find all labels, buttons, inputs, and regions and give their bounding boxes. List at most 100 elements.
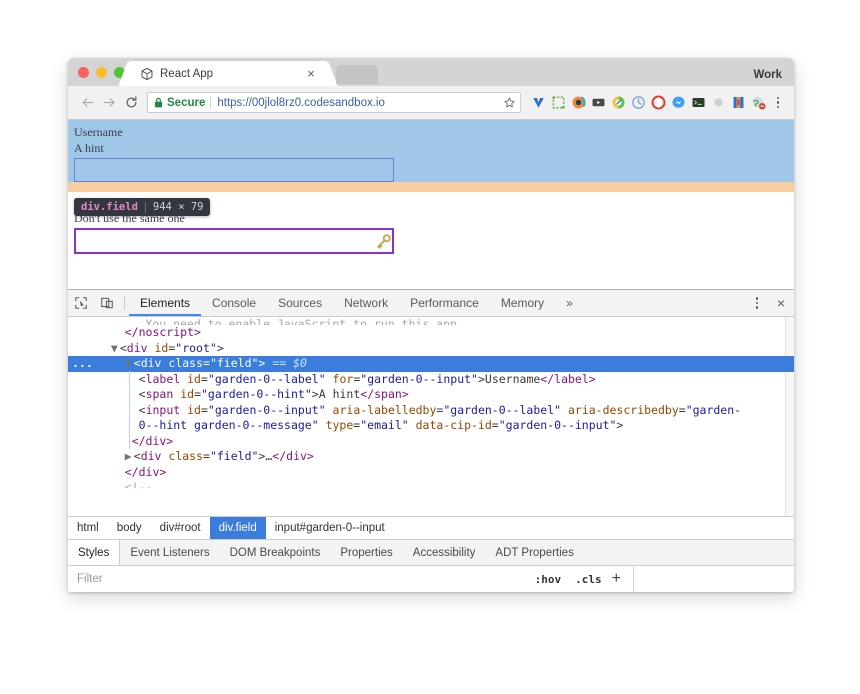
background-tab[interactable] [336,65,378,84]
minimize-window-button[interactable] [96,67,107,78]
window-controls [78,67,125,78]
url-text[interactable]: https://00jlol8rz0.codesandbox.io [217,97,503,109]
expand-arrow-open-icon[interactable]: ▼ [111,341,120,357]
tab-sources[interactable]: Sources [267,290,333,316]
dom-token-val: "garden-0--input" [207,402,326,417]
dom-row-div-root-close[interactable]: </div> [68,465,794,481]
dom-row-input-row-1[interactable]: <input id="garden-0--input" aria-labelle… [68,403,794,419]
dom-token-attr: class [161,449,204,463]
bitwarden-icon[interactable] [731,95,746,110]
colorzilla-icon[interactable] [611,95,626,110]
address-bar[interactable]: Secure https://00jlol8rz0.codesandbox.io [147,92,521,113]
bookmark-star-icon[interactable] [503,96,516,109]
tab-memory[interactable]: Memory [490,290,555,316]
tab-overflow-chevron[interactable]: » [555,290,584,316]
breadcrumb-item-2[interactable]: div#root [151,517,210,539]
device-toolbar-icon[interactable] [94,290,120,316]
dom-token-txt: A hint [318,387,361,401]
dom-token-punc: = [491,418,499,432]
reload-icon[interactable] [120,92,142,114]
inspect-cursor-icon[interactable] [68,290,94,316]
dom-token-punc: < [138,402,146,417]
tab-network[interactable]: Network [333,290,399,316]
opera-touch-icon[interactable] [651,95,666,110]
hov-toggle-button[interactable]: :hov [528,573,569,586]
screenshot-root: React App × Work Secure https://00jlol8r… [0,0,860,694]
cls-toggle-button[interactable]: .cls [568,573,609,586]
dom-token-tag: </label> [540,371,596,386]
video-downloader-icon[interactable] [591,95,606,110]
styles-filter-bar: Filter :hov .cls + [68,565,794,592]
messenger-icon[interactable] [671,95,686,110]
close-window-button[interactable] [78,67,89,78]
ghostery-icon[interactable] [571,95,586,110]
styles-tab-dom-breakpoints[interactable]: DOM Breakpoints [220,540,331,565]
styles-tab-styles[interactable]: Styles [68,540,121,565]
vimium-icon[interactable] [531,95,546,110]
inspector-highlight-padding [68,182,794,192]
username-label: Username [74,125,123,139]
tooltip-dimensions: 944 × 79 [152,201,204,213]
tab-elements[interactable]: Elements [129,290,202,316]
dom-row-noscript-close[interactable]: </noscript> [68,325,794,341]
dom-tree-guide-line [128,371,130,449]
password-input[interactable] [74,228,394,254]
dom-row-div-field-selected[interactable]: ... ▼ <div class="field"> == $0 [68,356,794,372]
dom-token-punc: > [616,418,624,432]
dom-token-tag: input [145,402,181,417]
dom-row-clipped-top[interactable]: You need to enable JavaScript to run thi… [68,317,794,325]
devtools-panel: Elements Console Sources Network Perform… [68,289,794,592]
styles-tab-properties[interactable]: Properties [330,540,402,565]
dom-tree[interactable]: You need to enable JavaScript to run thi… [68,317,794,516]
dom-row-clipped-bottom[interactable]: <!-- [68,480,794,488]
devtools-close-icon[interactable]: × [768,290,794,316]
dom-row-span-row[interactable]: <span id="garden-0--hint">A hint</span> [68,387,794,403]
dom-token-tag: label [145,371,181,386]
close-tab-button[interactable]: × [304,67,318,81]
dom-row-div-root-open[interactable]: ▼ <div id="root"> [68,341,794,357]
terminal-icon[interactable] [691,95,706,110]
styles-tab-accessibility[interactable]: Accessibility [403,540,486,565]
expand-arrow-closed-icon[interactable]: ▶ [125,449,134,465]
dom-row-label-row[interactable]: <label id="garden-0--label" for="garden-… [68,372,794,388]
breadcrumb-item-3[interactable]: div.field [209,517,266,539]
tooltip-divider [144,201,146,213]
dom-row-input-row-2[interactable]: 0--hint garden-0--message" type="email" … [68,418,794,434]
dom-row-div-field-collapsed[interactable]: ▶ <div class="field">…</div> [68,449,794,465]
breadcrumb-item-1[interactable]: body [108,517,151,539]
tab-console[interactable]: Console [201,290,267,316]
dom-token-tag: div [140,449,162,463]
username-input[interactable] [74,158,394,182]
dom-row-div-field-close[interactable]: </div> [68,434,794,450]
profile-label[interactable]: Work [753,69,782,81]
breadcrumb-item-4[interactable]: input#garden-0--input [266,517,394,539]
window-resizer-icon[interactable] [551,95,566,110]
earth-blocked-icon[interactable] [751,95,766,110]
dom-token-attr: aria-labelledby [325,402,437,417]
dom-token-tag: div [126,340,148,355]
dom-token-punc: < [133,449,141,463]
omnibox-divider [210,96,212,109]
back-icon[interactable] [76,92,98,114]
filter-input[interactable]: Filter [68,573,528,585]
breadcrumb-item-0[interactable]: html [68,517,108,539]
styles-tab-event-listeners[interactable]: Event Listeners [120,540,219,565]
filter-bar-divider [633,566,634,592]
dom-token-val: "garden-0--input" [360,371,478,386]
new-style-rule-button[interactable]: + [609,571,627,587]
dom-token-punc: > [477,371,485,386]
browser-tab-react-app[interactable]: React App × [130,61,326,86]
disabled-extension-icon[interactable] [711,95,726,110]
history-icon[interactable] [631,95,646,110]
expand-arrow-open-icon[interactable]: ▼ [125,356,134,372]
dom-token-val: "field" [209,449,259,463]
devtools-more-icon[interactable] [746,290,768,316]
dom-token-tag: </div> [272,449,314,463]
password-key-icon[interactable] [375,233,392,250]
dom-token-attr: aria-describedby [561,402,679,417]
chrome-menu-icon[interactable] [770,96,786,109]
tab-performance[interactable]: Performance [399,290,490,316]
browser-window: React App × Work Secure https://00jlol8r… [68,58,794,592]
styles-tab-adt-properties[interactable]: ADT Properties [485,540,583,565]
forward-icon[interactable] [98,92,120,114]
